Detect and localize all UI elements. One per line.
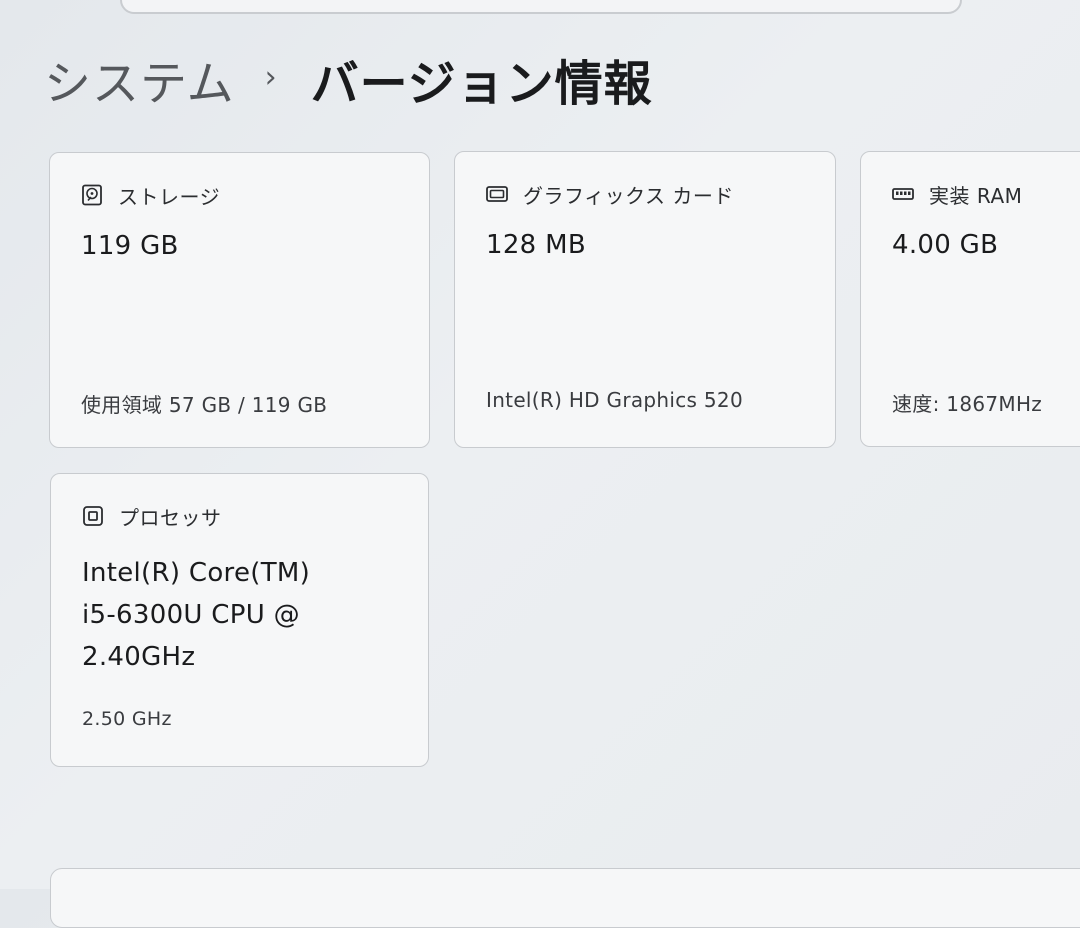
ram-value: 4.00 GB — [892, 230, 999, 260]
storage-value: 119 GB — [81, 231, 179, 261]
bottom-panel — [50, 868, 1080, 928]
processor-value: Intel(R) Core(TM) i5-6300U CPU @ 2.40GHz — [82, 558, 311, 672]
breadcrumb: システム › バージョン情報 — [44, 44, 653, 114]
graphics-card-card[interactable]: グラフィックス カード 128 MB Intel(R) HD Graphics … — [454, 151, 836, 448]
graphics-card-value: 128 MB — [486, 230, 586, 260]
hard-drive-icon — [80, 183, 104, 207]
breadcrumb-separator: › — [264, 59, 277, 95]
page-title: バージョン情報 — [310, 56, 653, 112]
processor-card[interactable]: プロセッサ Intel(R) Core(TM) i5-6300U CPU @ 2… — [50, 473, 429, 767]
storage-card[interactable]: ストレージ 119 GB 使用領域 57 GB / 119 GB — [49, 152, 430, 448]
processor-label: プロセッサ — [119, 505, 222, 530]
storage-card-header: ストレージ — [80, 179, 220, 211]
breadcrumb-system-link[interactable]: システム — [44, 45, 235, 114]
ram-card[interactable]: 実装 RAM 4.00 GB 速度: 1867MHz — [860, 151, 1080, 447]
memory-icon — [891, 182, 915, 206]
storage-label: ストレージ — [118, 184, 221, 209]
ram-card-header: 実装 RAM — [891, 178, 1022, 210]
processor-detail: 2.50 GHz — [82, 708, 172, 730]
ram-label: 実装 RAM — [929, 183, 1023, 208]
ram-detail: 速度: 1867MHz — [892, 392, 1043, 416]
graphics-card-label: グラフィックス カード — [523, 183, 734, 208]
graphics-card-header: グラフィックス カード — [485, 178, 734, 210]
top-panel — [120, 0, 962, 14]
graphics-card-detail: Intel(R) HD Graphics 520 — [486, 388, 743, 412]
graphics-card-icon — [485, 182, 509, 206]
processor-card-header: プロセッサ — [81, 500, 222, 532]
storage-detail: 使用領域 57 GB / 119 GB — [81, 393, 328, 417]
processor-icon — [81, 504, 105, 528]
